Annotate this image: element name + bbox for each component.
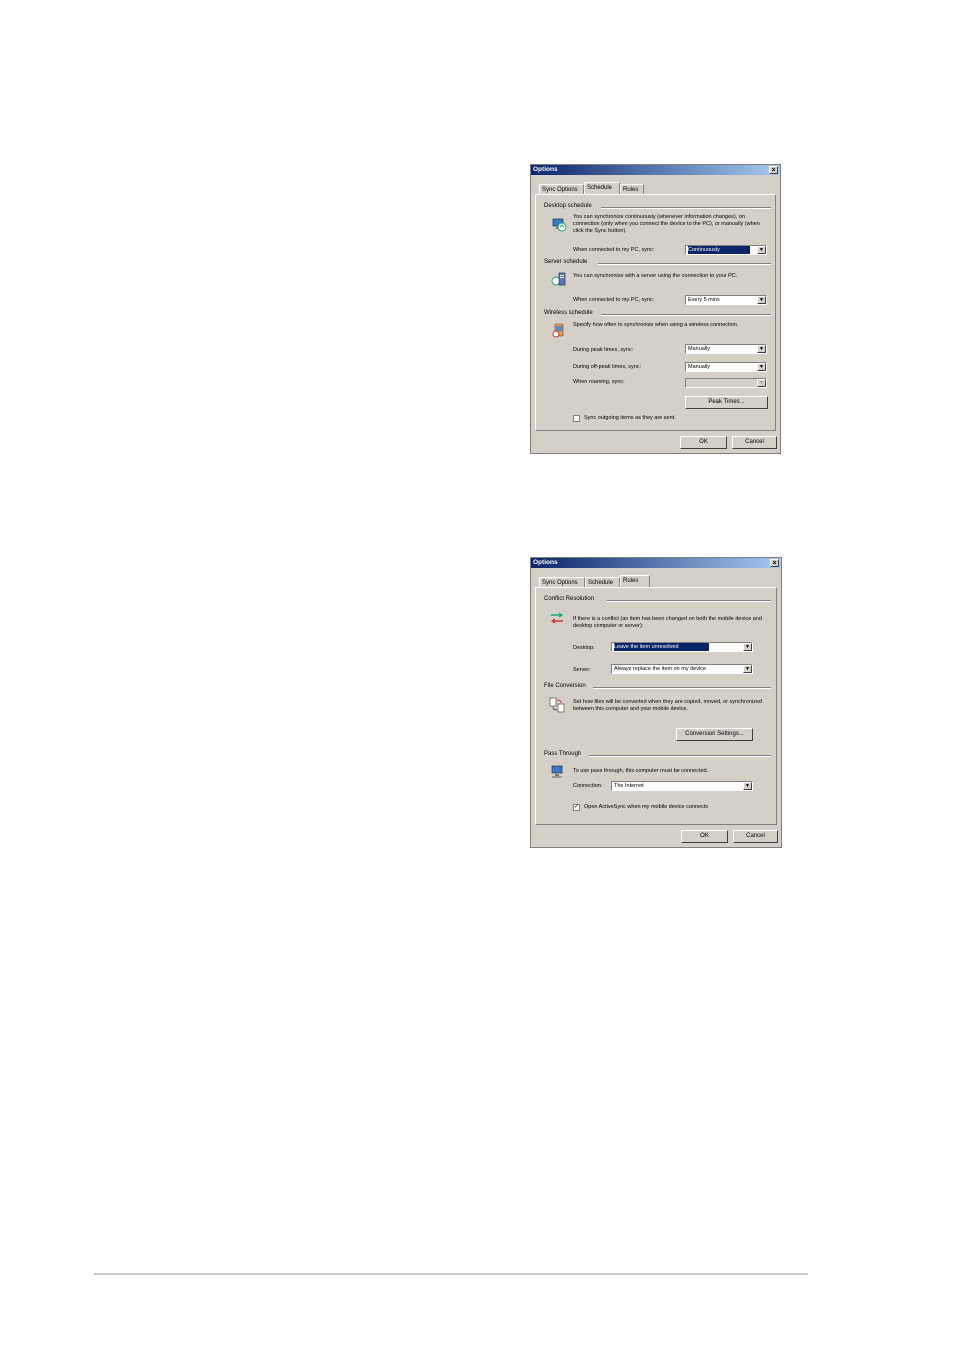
cancel-button[interactable]: Cancel	[732, 436, 777, 449]
roaming-sync-select[interactable]: ▼	[685, 378, 767, 388]
server-schedule-heading: Server schedule	[544, 259, 588, 265]
offpeak-sync-value: Manually	[688, 364, 711, 370]
chevron-down-icon[interactable]: ▼	[757, 246, 766, 254]
title-bar: Options ×	[531, 165, 780, 175]
server-conflict-value: Always replace the item on my device	[614, 666, 707, 672]
desktop-schedule-text: You can synchronize continuously (whenev…	[573, 214, 760, 234]
tab-sync-options[interactable]: Sync Options	[539, 577, 585, 587]
desktop-sync-select[interactable]: Continuously ▼	[685, 245, 767, 255]
server-conflict-select[interactable]: Always replace the item on my device ▼	[611, 664, 753, 674]
connection-select[interactable]: The Internet ▼	[611, 781, 753, 791]
peak-sync-label: During peak times, sync:	[573, 347, 634, 353]
options-dialog-schedule: Options × Sync Options Schedule Rules De…	[530, 164, 781, 454]
pass-through-heading: Pass Through	[544, 751, 582, 757]
title-bar: Options ×	[531, 558, 781, 568]
desktop-conflict-label: Desktop:	[573, 645, 595, 651]
server-sync-value: Every 5 mins	[688, 297, 720, 303]
server-sync-label: When connected to my PC, sync:	[573, 297, 655, 303]
offpeak-sync-label: During off-peak times, sync:	[573, 364, 642, 370]
chevron-down-icon[interactable]: ▼	[757, 296, 766, 304]
tab-rules[interactable]: Rules	[620, 575, 650, 587]
file-conversion-text: Set how files will be converted when the…	[573, 699, 762, 712]
connection-value: The Internet	[614, 783, 644, 789]
dialog-title: Options	[533, 559, 558, 566]
divider	[601, 314, 771, 316]
divider	[607, 600, 771, 602]
ok-button[interactable]: OK	[681, 830, 728, 843]
chevron-down-icon[interactable]: ▼	[757, 379, 766, 387]
server-sync-icon	[551, 272, 566, 286]
conflict-text: If there is a conflict (an item has been…	[573, 616, 762, 629]
chevron-down-icon[interactable]: ▼	[743, 665, 752, 673]
wireless-sync-icon	[552, 323, 564, 338]
peak-times-button[interactable]: Peak Times...	[685, 396, 768, 409]
ok-button[interactable]: OK	[680, 436, 727, 449]
desktop-sync-icon	[552, 218, 567, 232]
connection-label: Connection:	[573, 783, 603, 789]
wireless-schedule-heading: Wireless schedule	[544, 310, 593, 316]
desktop-conflict-value: Leave the item unresolved	[614, 643, 709, 651]
divider	[598, 263, 771, 265]
close-button[interactable]: ×	[769, 166, 778, 174]
desktop-sync-label: When connected to my PC, sync:	[573, 247, 655, 253]
roaming-sync-label: When roaming, sync:	[573, 379, 625, 385]
file-conversion-heading: File Conversion	[544, 683, 586, 689]
server-conflict-label: Server:	[573, 667, 591, 673]
tab-schedule[interactable]: Schedule	[585, 577, 620, 587]
desktop-sync-value: Continuously	[688, 246, 750, 254]
divider	[601, 207, 771, 209]
close-button[interactable]: ×	[770, 559, 779, 567]
divider	[593, 687, 771, 689]
pass-through-icon	[551, 765, 563, 778]
server-schedule-text: You can synchronize with a server using …	[573, 273, 738, 279]
peak-sync-value: Manually	[688, 346, 711, 352]
open-activesync-checkbox[interactable]: ✓	[573, 804, 580, 811]
wireless-schedule-text: Specify how often to synchronize when us…	[573, 322, 739, 328]
chevron-down-icon[interactable]: ▼	[743, 643, 752, 651]
dialog-title: Options	[533, 166, 558, 173]
offpeak-sync-select[interactable]: Manually ▼	[685, 362, 767, 372]
conflict-arrows-icon	[550, 612, 564, 624]
server-sync-select[interactable]: Every 5 mins ▼	[685, 295, 767, 305]
open-activesync-label: Open ActiveSync when my mobile device co…	[584, 804, 709, 810]
chevron-down-icon[interactable]: ▼	[743, 782, 752, 790]
desktop-conflict-select[interactable]: Leave the item unresolved ▼	[611, 642, 753, 652]
tab-rules[interactable]: Rules	[620, 184, 644, 194]
divider	[589, 755, 771, 757]
pass-through-text: To use pass through, this computer must …	[573, 768, 709, 774]
sync-outgoing-label: Sync outgoing items as they are sent.	[584, 415, 676, 421]
desktop-schedule-heading: Desktop schedule	[544, 203, 592, 209]
file-conversion-icon	[549, 697, 565, 713]
cancel-button[interactable]: Cancel	[733, 830, 778, 843]
chevron-down-icon[interactable]: ▼	[757, 363, 766, 371]
tab-sync-options[interactable]: Sync Options	[539, 184, 584, 194]
page-footer-rule	[94, 1273, 808, 1275]
options-dialog-rules: Options × Sync Options Schedule Rules Co…	[530, 557, 782, 848]
peak-sync-select[interactable]: Manually ▼	[685, 344, 767, 354]
conversion-settings-button[interactable]: Conversion Settings...	[676, 728, 753, 741]
tab-schedule[interactable]: Schedule	[584, 182, 620, 194]
chevron-down-icon[interactable]: ▼	[757, 345, 766, 353]
conflict-resolution-heading: Conflict Resolution	[544, 596, 595, 602]
sync-outgoing-checkbox[interactable]	[573, 415, 580, 422]
